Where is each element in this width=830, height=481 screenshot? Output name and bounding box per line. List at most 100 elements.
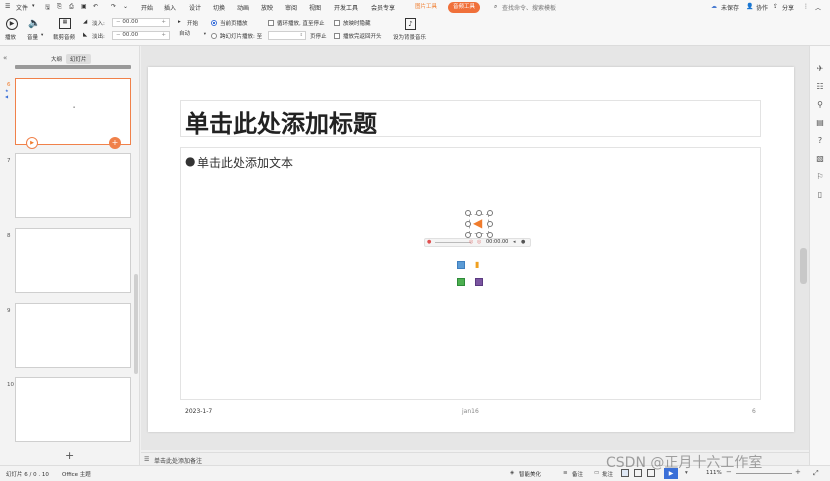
add-slide-icon[interactable]: + <box>109 137 121 149</box>
tab-slideshow[interactable]: 放映 <box>261 3 273 12</box>
theme-name[interactable]: Office 主题 <box>62 470 91 478</box>
resize-handle[interactable] <box>487 210 493 216</box>
undo-icon[interactable]: ↶ <box>93 3 98 10</box>
volume-icon[interactable]: 🔈 <box>28 18 40 29</box>
collapse-ribbon-icon[interactable]: ︿ <box>815 3 821 12</box>
fade-out-input[interactable]: − 00.00 + <box>112 31 170 40</box>
location-icon[interactable]: ⚐ <box>814 171 826 183</box>
increment-icon[interactable]: + <box>161 19 166 26</box>
tab-transition[interactable]: 切换 <box>213 3 225 12</box>
music-note-icon[interactable]: ♪ <box>405 18 416 30</box>
tab-insert[interactable]: 插入 <box>164 3 176 12</box>
trim-audio-icon[interactable]: ▦ <box>59 18 71 29</box>
slide-number: 9 <box>7 308 11 314</box>
insert-video-icon[interactable] <box>475 278 483 286</box>
panel-scrollbar[interactable] <box>134 274 138 374</box>
hide-on-show-checkbox[interactable] <box>334 20 340 26</box>
forward-icon[interactable]: ◎ <box>477 239 481 245</box>
image-icon[interactable]: ▧ <box>814 153 826 165</box>
add-slide-button[interactable]: + <box>65 449 74 462</box>
loop-checkbox[interactable] <box>268 20 274 26</box>
tab-animation[interactable]: 动画 <box>237 3 249 12</box>
tab-review[interactable]: 审阅 <box>285 3 297 12</box>
share-button[interactable]: 分享 <box>782 3 794 12</box>
canvas-scrollbar[interactable] <box>800 248 807 284</box>
slide-thumbnail-8[interactable] <box>15 228 131 293</box>
file-menu[interactable]: 文件 <box>16 3 28 12</box>
tab-member[interactable]: 会员专享 <box>371 3 395 12</box>
book-icon[interactable]: ▯ <box>814 189 826 201</box>
title-placeholder[interactable]: 单击此处添加标题 <box>180 100 761 138</box>
resize-handle[interactable] <box>465 210 471 216</box>
tab-design[interactable]: 设计 <box>189 3 201 12</box>
collapse-panel-icon[interactable]: « <box>3 54 7 62</box>
tab-picture-tools[interactable]: 图片工具 <box>410 2 442 13</box>
more-options-icon[interactable]: ⋮ <box>803 3 809 10</box>
resize-handle[interactable] <box>487 221 493 227</box>
rewind-icon[interactable]: ◎ <box>469 239 473 245</box>
rewind-checkbox[interactable] <box>334 33 340 39</box>
export-icon[interactable]: ⎘ <box>57 3 62 11</box>
start-select[interactable]: 自动 ▾ <box>176 31 206 40</box>
cross-slide-radio[interactable] <box>211 33 217 39</box>
fit-window-icon[interactable]: ⤢ <box>813 469 819 478</box>
collab-button[interactable]: 协作 <box>756 3 768 12</box>
fade-in-input[interactable]: − 00.00 + <box>112 18 170 27</box>
footer-center[interactable]: jan16 <box>462 408 479 415</box>
tab-view[interactable]: 视图 <box>309 3 321 12</box>
chevron-down-icon[interactable]: ▾ <box>32 3 35 9</box>
command-search[interactable]: 查找命令、搜索模板 <box>502 3 556 12</box>
spinner-icon[interactable]: ⇕ <box>300 31 303 38</box>
smart-beautify-icon: ◈ <box>510 470 515 476</box>
zoom-in-icon[interactable]: + <box>795 468 801 476</box>
audio-object[interactable]: ◀ <box>465 210 493 238</box>
zoom-slider[interactable] <box>736 473 792 474</box>
trim-audio-button[interactable]: 裁剪音频 <box>53 33 75 41</box>
slide-thumbnail-9[interactable] <box>15 303 131 368</box>
smart-beautify-button[interactable]: 智能美化 <box>519 470 541 478</box>
footer-date[interactable]: 2023-1-7 <box>185 408 212 415</box>
current-page-radio[interactable] <box>211 20 217 26</box>
increment-icon[interactable]: + <box>161 32 166 39</box>
redo-icon[interactable]: ↷ <box>111 3 116 10</box>
slide-thumbnail-10[interactable] <box>15 377 131 442</box>
set-bg-music-button[interactable]: 设为背景音乐 <box>393 33 426 41</box>
play-preview-icon[interactable]: ▶ <box>26 137 38 149</box>
print-icon[interactable]: ⎙ <box>69 3 74 11</box>
tab-start[interactable]: 开始 <box>141 3 153 12</box>
animation-icon[interactable]: ✈ <box>814 63 826 75</box>
insert-chart-icon[interactable]: ▮ <box>475 261 483 269</box>
clipboard-icon[interactable]: ▤ <box>814 117 826 129</box>
play-icon[interactable]: ● <box>427 239 431 245</box>
body-placeholder[interactable]: ● 单击此处添加文本 ◀ ● ◎ ◎ 00:00.00 ◂ ● ▮ <box>180 147 761 400</box>
resize-handle[interactable] <box>465 221 471 227</box>
pin-icon[interactable]: ⚲ <box>814 99 826 111</box>
stop-page-input[interactable]: ⇕ <box>268 31 306 40</box>
insert-picture-icon[interactable] <box>457 261 465 269</box>
audio-progress-bar[interactable] <box>435 242 471 243</box>
volume-button[interactable]: 音量 <box>27 33 38 41</box>
tab-audio-tools[interactable]: 音频工具 <box>448 2 481 13</box>
play-button[interactable]: 播放 <box>5 33 16 41</box>
insert-table-icon[interactable] <box>457 278 465 286</box>
tab-outline[interactable]: 大纲 <box>51 55 62 63</box>
play-icon[interactable]: ▶ <box>6 18 18 30</box>
save-icon[interactable]: 🖫 <box>45 3 50 13</box>
volume-icon[interactable]: ◂ <box>513 239 516 245</box>
settings-sliders-icon[interactable]: ☷ <box>814 81 826 93</box>
more-icon[interactable]: ⌄ <box>123 3 128 10</box>
volume-knob-icon[interactable]: ● <box>521 239 525 245</box>
tab-slides[interactable]: 幻灯片 <box>66 54 91 64</box>
speaker-icon: ◀ <box>473 216 483 230</box>
preview-icon[interactable]: ▣ <box>81 3 87 10</box>
tab-developer[interactable]: 开发工具 <box>334 3 358 12</box>
unsaved-status[interactable]: 未保存 <box>721 3 739 12</box>
slide[interactable]: 单击此处添加标题 ● 单击此处添加文本 ◀ ● ◎ ◎ 00:00.00 ◂ ● <box>148 67 794 432</box>
notes-button[interactable]: 备注 <box>572 470 583 478</box>
slide-thumbnail-6[interactable]: ▪ ▶ + <box>15 78 131 149</box>
help-icon[interactable]: ? <box>814 135 826 147</box>
footer-page-number[interactable]: 6 <box>752 408 756 415</box>
chevron-down-icon[interactable]: ▾ <box>41 33 43 38</box>
hamburger-icon[interactable]: ☰ <box>5 3 10 10</box>
slide-thumbnail-7[interactable] <box>15 153 131 218</box>
